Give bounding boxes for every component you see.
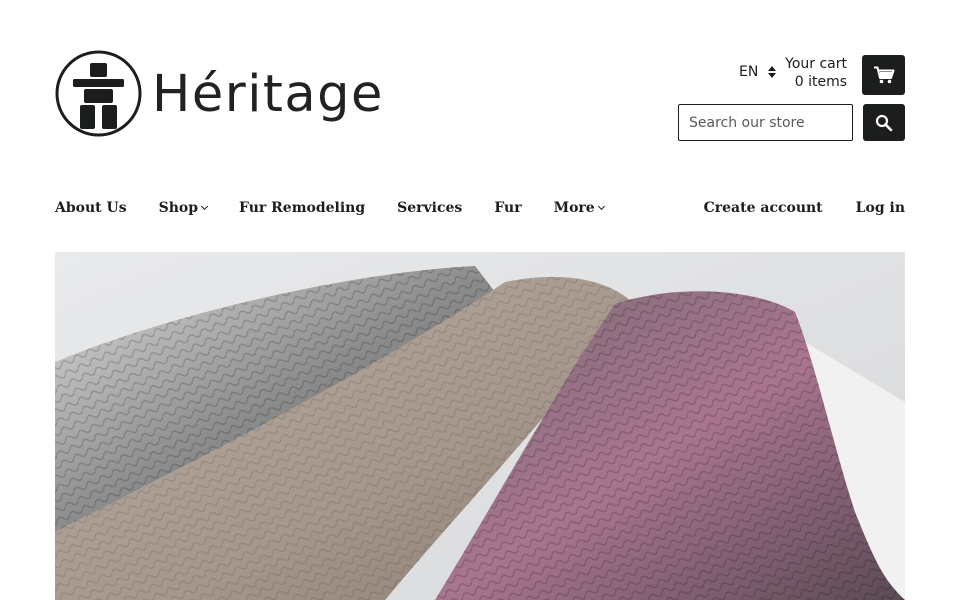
logo-wordmark: Héritage bbox=[152, 65, 384, 124]
cart-count: 0 items bbox=[794, 74, 847, 90]
sort-arrows-icon bbox=[768, 66, 777, 78]
chevron-down-icon bbox=[597, 202, 605, 211]
hero-image bbox=[55, 252, 905, 600]
language-label: EN bbox=[739, 64, 759, 80]
chevron-down-icon bbox=[200, 202, 209, 211]
cart-label: Your cart bbox=[785, 56, 847, 72]
nav-item-label: Shop bbox=[158, 200, 199, 216]
nav-item-label: Services bbox=[397, 200, 463, 216]
log-in-link[interactable]: Log in bbox=[856, 200, 905, 216]
nav-item-label: Fur bbox=[494, 200, 522, 216]
nav-item-fur-remodeling[interactable]: Fur Remodeling bbox=[239, 200, 365, 216]
nav-item-label: About Us bbox=[55, 200, 127, 216]
cart-icon bbox=[873, 66, 894, 84]
search-button[interactable] bbox=[863, 104, 905, 141]
nav-item-fur[interactable]: Fur bbox=[494, 200, 521, 216]
nav-item-more[interactable]: More bbox=[553, 200, 605, 216]
nav-item-label: Fur Remodeling bbox=[239, 200, 366, 216]
create-account-link[interactable]: Create account bbox=[704, 200, 823, 216]
main-nav: About Us Shop Fur Remodeling Services Fu… bbox=[55, 200, 636, 216]
language-selector[interactable]: EN bbox=[739, 64, 777, 80]
cart-button[interactable] bbox=[862, 55, 905, 95]
search-input[interactable] bbox=[678, 104, 853, 141]
account-links: Create account Log in bbox=[671, 200, 905, 216]
nav-item-shop[interactable]: Shop bbox=[158, 200, 209, 216]
store-logo[interactable]: Héritage bbox=[55, 50, 384, 137]
nav-item-services[interactable]: Services bbox=[397, 200, 462, 216]
fur-headbands-photo bbox=[55, 252, 905, 600]
nav-item-about-us[interactable]: About Us bbox=[55, 200, 127, 216]
nav-item-label: More bbox=[553, 200, 595, 216]
search-icon bbox=[875, 114, 893, 131]
inukshuk-logo-icon bbox=[55, 50, 142, 137]
cart-link[interactable]: Your cart 0 items bbox=[785, 55, 847, 91]
